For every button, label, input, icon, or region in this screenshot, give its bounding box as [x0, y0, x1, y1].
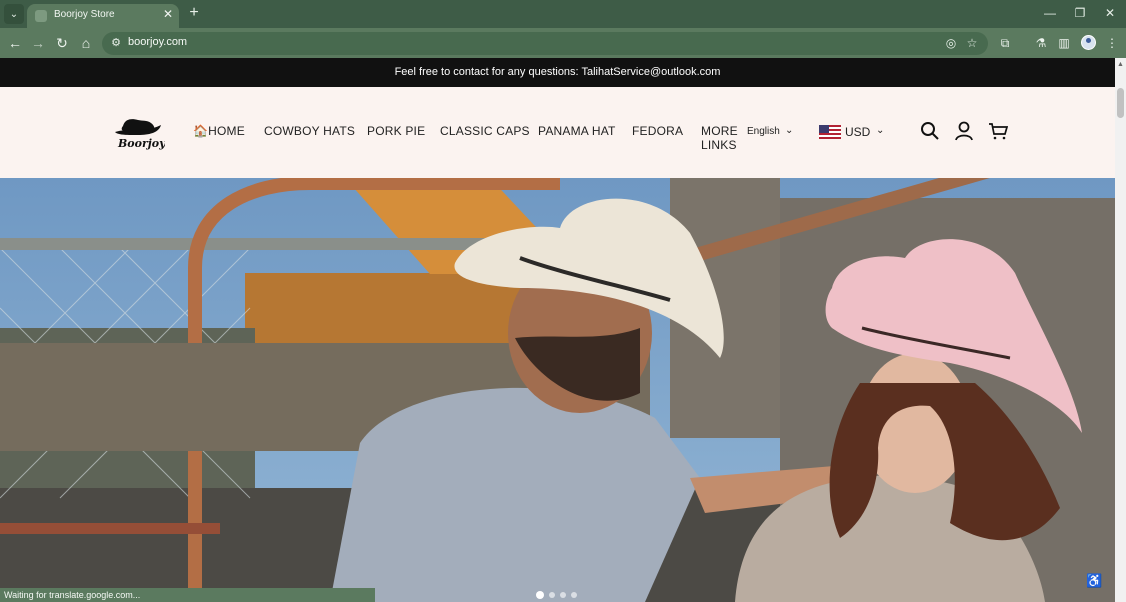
cart-icon[interactable] [988, 121, 1008, 141]
close-tab-icon[interactable]: ✕ [163, 7, 173, 21]
profile-avatar[interactable] [1081, 35, 1096, 50]
hero-image [0, 178, 1115, 602]
hero-banner[interactable] [0, 178, 1115, 602]
bookmark-star-icon[interactable]: ☆ [963, 35, 981, 51]
slide-dot-3[interactable] [560, 592, 566, 598]
currency-selector[interactable]: USD [845, 125, 870, 139]
site-info-icon[interactable]: ⚙ [109, 36, 123, 50]
extensions-icon[interactable]: ⧉ [996, 34, 1014, 52]
page-scrollbar[interactable]: ▲ [1115, 58, 1126, 602]
site-header: Boorjoy 🏠HOME COWBOY HATS PORK PIE CLASS… [0, 87, 1115, 178]
nav-fedora[interactable]: FEDORA [632, 124, 687, 138]
close-window-icon[interactable]: ✕ [1100, 4, 1120, 22]
status-bubble: Waiting for translate.google.com... [0, 588, 375, 602]
account-icon[interactable] [954, 121, 974, 141]
browser-tab-strip: ⌄ Boorjoy Store ✕ + — ❐ ✕ [0, 0, 1126, 28]
favicon-icon [35, 10, 47, 22]
labs-icon[interactable]: ⚗ [1032, 34, 1050, 52]
accessibility-icon[interactable]: ♿ [1086, 573, 1102, 591]
chevron-down-icon[interactable]: ⌄ [785, 125, 793, 136]
slide-dot-4[interactable] [571, 592, 577, 598]
us-flag-icon [819, 125, 841, 139]
side-panel-icon[interactable]: ▥ [1055, 34, 1073, 52]
scroll-up-icon[interactable]: ▲ [1117, 61, 1124, 68]
nav-home[interactable]: 🏠HOME [193, 124, 253, 138]
slide-indicators [536, 591, 577, 599]
svg-text:Boorjoy: Boorjoy [117, 137, 165, 150]
search-icon[interactable] [920, 121, 940, 141]
chevron-down-icon[interactable]: ⌄ [876, 125, 884, 136]
webpage: Feel free to contact for any questions: … [0, 58, 1126, 602]
nav-classic-caps[interactable]: CLASSIC CAPS [440, 124, 530, 138]
tab-search-icon[interactable]: ⌄ [4, 4, 24, 24]
reload-icon[interactable]: ↻ [52, 33, 72, 53]
back-icon[interactable]: ← [5, 33, 25, 53]
eye-slash-icon[interactable]: ◎ [942, 35, 960, 51]
announcement-bar: Feel free to contact for any questions: … [0, 58, 1115, 87]
minimize-icon[interactable]: — [1040, 4, 1060, 22]
language-selector[interactable]: English [747, 126, 780, 137]
address-bar[interactable]: ⚙ boorjoy.com ◎ ☆ [102, 32, 988, 55]
new-tab-icon[interactable]: + [186, 4, 202, 22]
slide-dot-1[interactable] [536, 591, 544, 599]
nav-cowboy-hats[interactable]: COWBOY HATS [264, 124, 359, 138]
slide-dot-2[interactable] [549, 592, 555, 598]
url-text[interactable]: boorjoy.com [128, 36, 187, 48]
browser-toolbar: ← → ↻ ⌂ ⚙ boorjoy.com ◎ ☆ ⧉ ⚗ ▥ ⋮ [0, 28, 1126, 58]
forward-icon[interactable]: → [28, 33, 48, 53]
scroll-thumb[interactable] [1117, 88, 1124, 118]
home-icon[interactable]: ⌂ [76, 33, 96, 53]
browser-tab[interactable]: Boorjoy Store ✕ [27, 4, 179, 28]
nav-pork-pie[interactable]: PORK PIE [367, 124, 427, 138]
boorjoy-logo[interactable]: Boorjoy [113, 115, 165, 151]
tab-title: Boorjoy Store [54, 9, 115, 20]
menu-kebab-icon[interactable]: ⋮ [1103, 34, 1121, 52]
restore-icon[interactable]: ❐ [1070, 4, 1090, 22]
nav-panama-hat[interactable]: PANAMA HAT [538, 124, 623, 138]
